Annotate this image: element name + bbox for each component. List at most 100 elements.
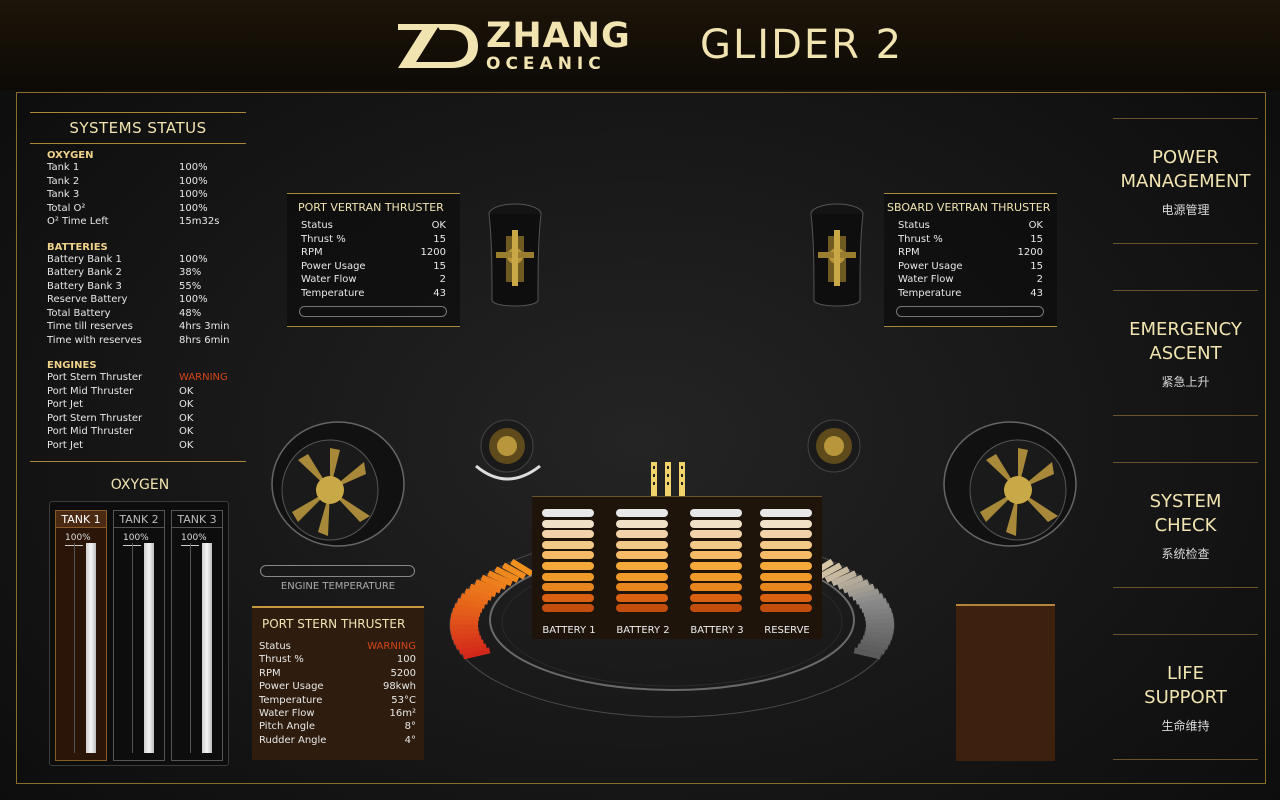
tank-label: TANK 3: [172, 511, 222, 528]
row-key: Port Stern Thruster: [47, 412, 143, 424]
battery-segment: [616, 583, 668, 592]
row-key: Thrust %: [898, 233, 943, 245]
port-vertran-bar: [299, 306, 447, 317]
battery-segment: [690, 530, 742, 539]
battery-segment: [616, 540, 668, 549]
tank-percent: 100%: [65, 533, 91, 543]
port-stern-thruster-panel[interactable]: PORT STERN THRUSTER Status WARNING Thrust …: [252, 606, 424, 760]
tank-1[interactable]: TANK 1 100%: [55, 510, 107, 761]
battery-label: RESERVE: [764, 625, 810, 636]
gauge-tick: [450, 627, 479, 635]
panel-title: PORT STERN THRUSTER: [262, 617, 406, 631]
battery-segment: [760, 604, 812, 613]
nav-label-zh: 紧急上升: [1161, 375, 1210, 389]
row-key: Power Usage: [898, 260, 963, 272]
battery-segment: [760, 530, 812, 539]
row-key: Temperature: [898, 287, 962, 299]
panel-title: SBOARD VERTRAN THRUSTER: [887, 201, 1051, 214]
tank-3[interactable]: TANK 3 100%: [171, 510, 223, 761]
row-value: 15m32s: [179, 216, 220, 227]
row-key: Battery Bank 1: [47, 253, 122, 265]
row-key: Port Jet: [47, 399, 84, 410]
battery-segment: [760, 540, 812, 549]
battery-segment: [616, 551, 668, 560]
status-row: Port Mid Thruster OK: [47, 425, 246, 439]
row-value: 16m²: [389, 708, 416, 720]
nav-label-line2: CHECK: [1154, 515, 1217, 536]
nav-system-check[interactable]: SYSTEM CHECK 系统检查: [1113, 462, 1258, 588]
status-row: Total O² 100%: [47, 202, 246, 216]
nav-label-line1: EMERGENCY: [1129, 319, 1242, 340]
battery-segment: [690, 562, 742, 570]
oxygen-section-head: OXYGEN: [47, 150, 94, 161]
status-row: Thrust % 15: [898, 233, 1043, 247]
oxygen-tanks-panel: TANK 1 100% TANK 2 100% TANK 3 100%: [49, 501, 229, 766]
row-value: 100%: [179, 162, 208, 173]
tank-percent: 100%: [123, 533, 149, 543]
row-value: 43: [1030, 287, 1043, 299]
battery-segment: [760, 551, 812, 560]
status-indicator-box: [956, 604, 1055, 761]
battery-segment: [690, 583, 742, 592]
row-value: 100%: [179, 202, 208, 214]
row-value: WARNING: [367, 641, 416, 652]
row-value: OK: [179, 385, 194, 397]
nav-label-zh: 电源管理: [1161, 203, 1210, 217]
row-key: Time with reserves: [47, 334, 142, 346]
port-vertran-panel[interactable]: PORT VERTRAN THRUSTER Status OK Thrust % 15…: [287, 193, 460, 327]
tank-label: TANK 1: [56, 511, 106, 528]
status-row: Total Battery 48%: [47, 307, 246, 321]
battery-segment: [616, 572, 668, 581]
row-key: RPM: [301, 247, 323, 258]
nav-label-line1: SYSTEM: [1149, 491, 1222, 512]
status-row: Water Flow 2: [301, 273, 446, 287]
status-row: Temperature 43: [301, 287, 446, 301]
battery-segment: [616, 530, 668, 539]
batteries-section-head: BATTERIES: [47, 241, 108, 253]
nav-power-management[interactable]: POWER MANAGEMENT 电源管理: [1113, 118, 1258, 244]
tank-scale: [132, 543, 135, 753]
oxygen-tanks-title: OXYGEN: [110, 477, 170, 493]
status-row: Thrust % 100: [259, 653, 416, 666]
status-row: Status OK: [301, 219, 446, 233]
gauge-tick: [450, 613, 480, 621]
battery-column: [754, 505, 818, 623]
battery-segment: [760, 583, 812, 592]
battery-segment: [616, 562, 668, 570]
battery-label: BATTERY 1: [542, 625, 596, 636]
row-value: 100%: [179, 175, 208, 187]
divider: [30, 143, 246, 144]
sboard-stern-thruster-icon: [943, 421, 1077, 547]
nav-life-support[interactable]: LIFE SUPPORT 生命维持: [1113, 634, 1258, 760]
sboard-mid-jet-icon: [807, 419, 861, 473]
battery-segment: [760, 572, 812, 581]
gauge-tick: [450, 618, 479, 625]
battery-segment: [760, 562, 812, 570]
row-value: 15: [1030, 260, 1043, 272]
sboard-vertran-panel[interactable]: SBOARD VERTRAN THRUSTER Status OK Thrust %…: [884, 193, 1057, 327]
row-value: 43: [433, 287, 446, 299]
row-key: O² Time Left: [47, 216, 109, 227]
row-value: OK: [179, 399, 194, 410]
nav-emergency-ascent[interactable]: EMERGENCY ASCENT 紧急上升: [1113, 290, 1258, 416]
status-row: Temperature 43: [898, 287, 1043, 301]
battery-segment: [542, 583, 594, 592]
row-value: 100: [396, 654, 416, 666]
nav-label-line1: LIFE: [1166, 663, 1205, 684]
status-row: O² Time Left 15m32s: [47, 215, 246, 229]
row-value: 100%: [179, 189, 208, 200]
row-key: Status: [898, 220, 930, 231]
row-value: 4°: [404, 734, 416, 746]
row-key: Total Battery: [47, 307, 111, 319]
status-row: Pitch Angle 8°: [259, 720, 416, 733]
status-row: RPM 1200: [301, 246, 446, 260]
status-row: Port Stern Thruster WARNING: [47, 371, 246, 385]
battery-label: BATTERY 3: [690, 625, 744, 636]
battery-segment: [690, 551, 742, 560]
status-row: Status OK: [898, 219, 1043, 233]
tank-2[interactable]: TANK 2 100%: [113, 510, 165, 761]
row-value: 1200: [1017, 247, 1043, 258]
row-value: 2: [1036, 274, 1043, 285]
battery-segment: [542, 562, 594, 570]
row-value: OK: [179, 439, 194, 451]
